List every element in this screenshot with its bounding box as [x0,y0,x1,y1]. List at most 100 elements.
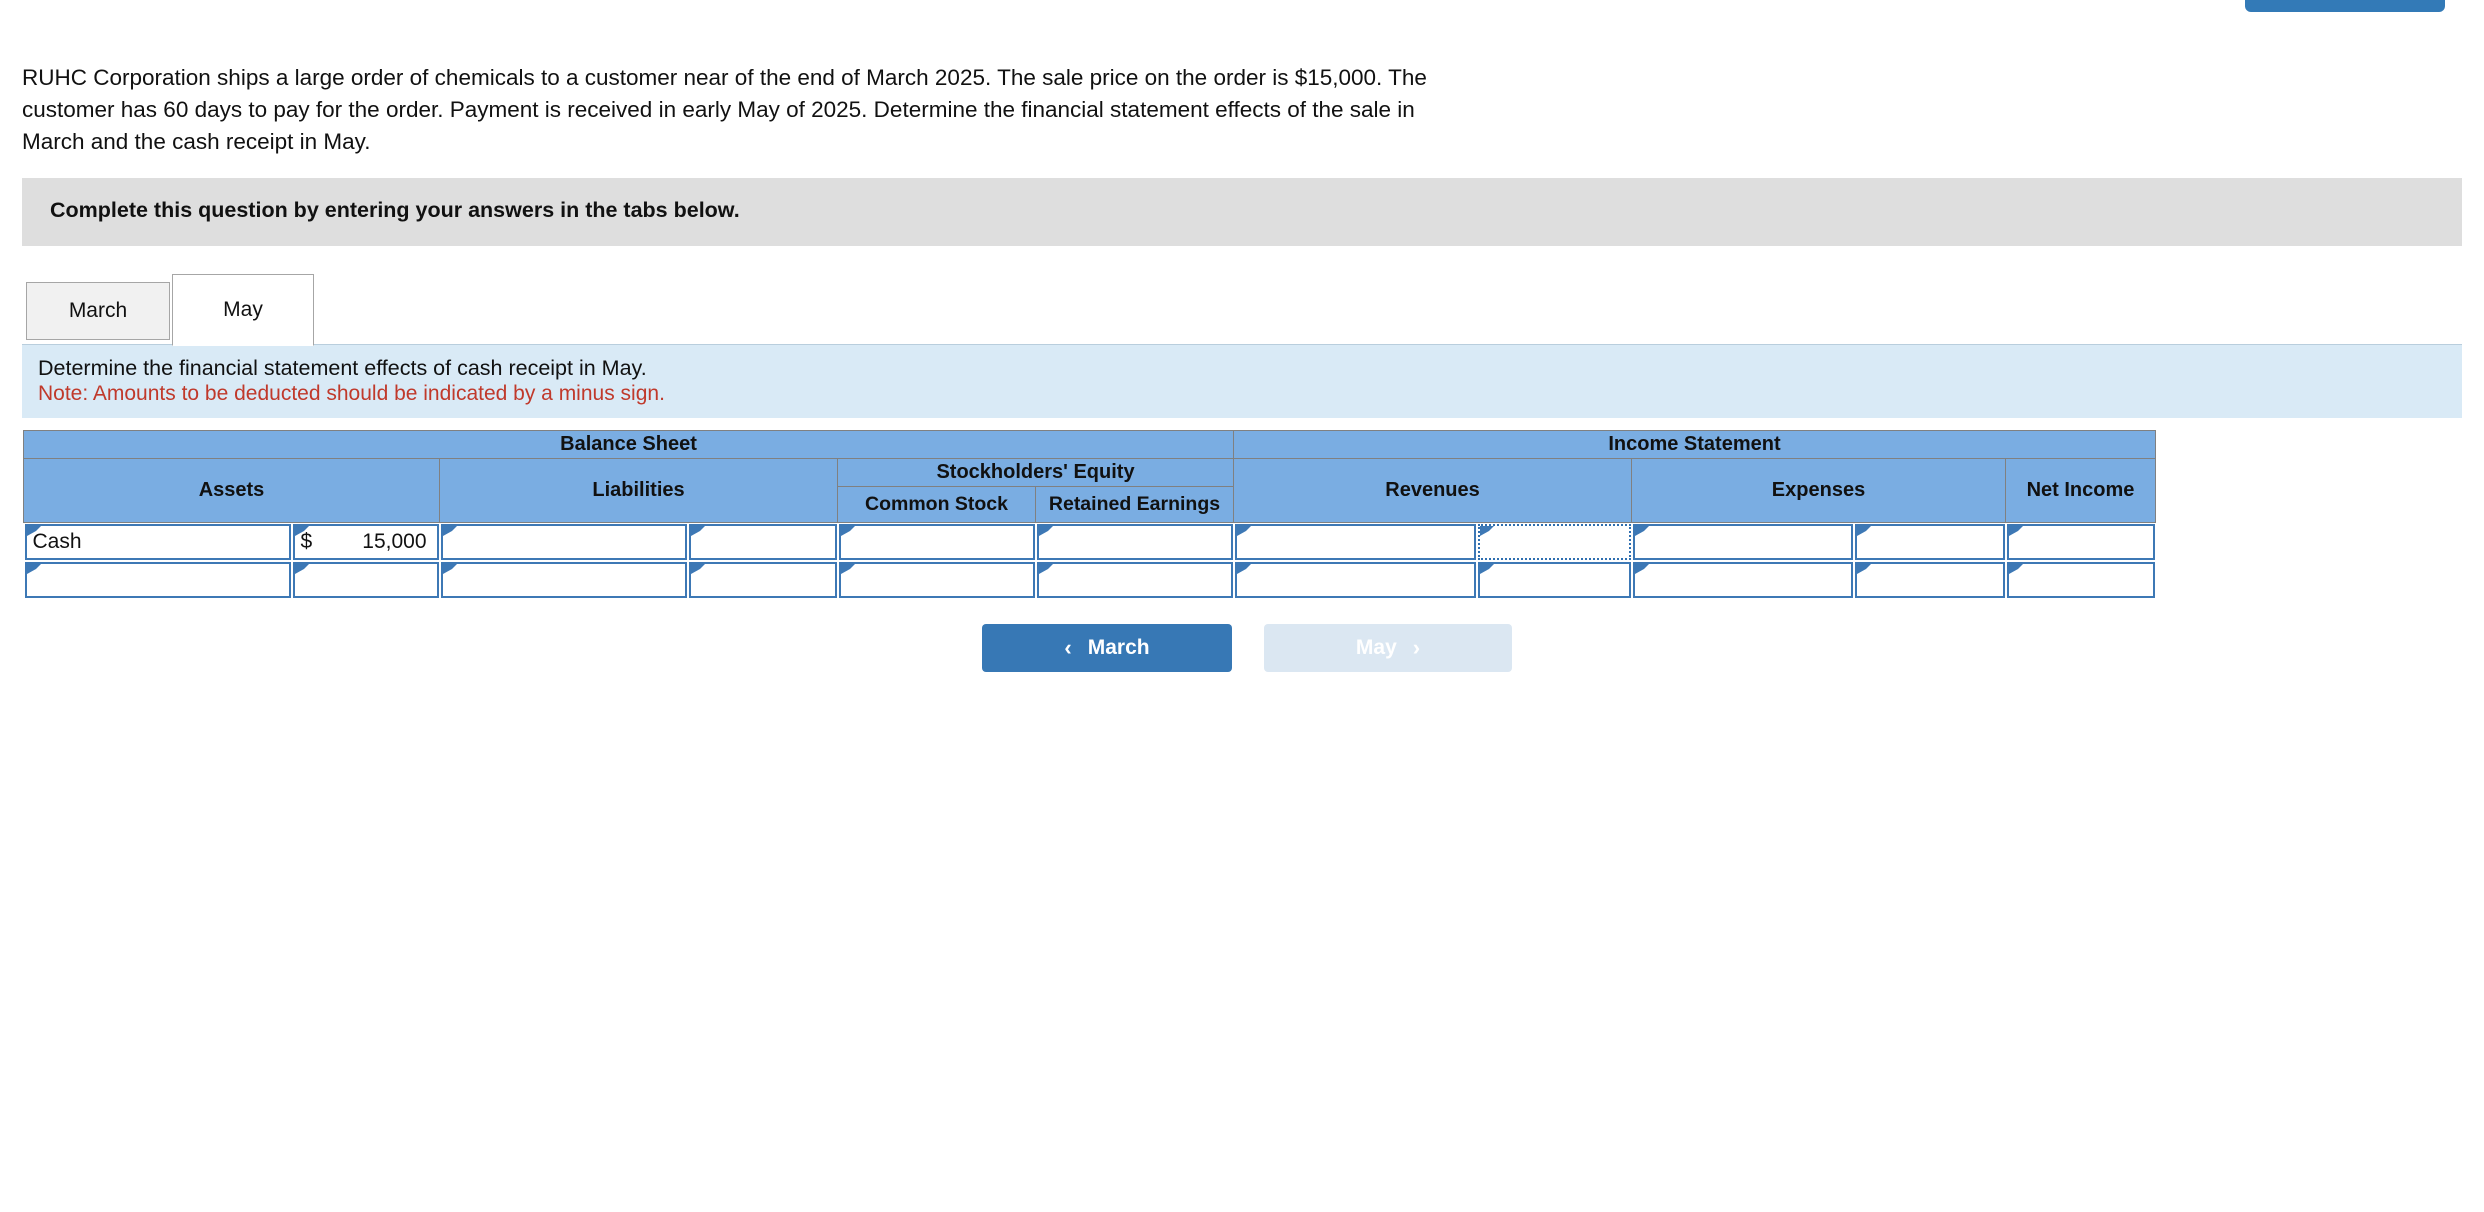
cell-value [1045,526,1225,558]
table-cell [1477,523,1632,562]
table-cell: Cash [24,523,292,562]
currency-symbol: $ [300,530,313,553]
cell-value [1243,564,1468,596]
cell-value [847,564,1027,596]
table-cell: $15,000 [292,523,440,562]
column-header-expenses: Expenses [1631,458,2006,523]
input-cell[interactable] [688,524,837,560]
cell-value [1641,564,1845,596]
input-cell[interactable] [2006,562,2155,598]
column-header-common-stock: Common Stock [837,486,1036,523]
cell-value [697,526,829,558]
table-cell [1632,561,1854,599]
table-cell [1632,523,1854,562]
table-cell [440,523,688,562]
input-cell-focused[interactable] [1477,524,1631,560]
input-cell[interactable]: $15,000 [292,524,439,560]
table-cell [1234,561,1477,599]
group-header-balance-sheet: Balance Sheet [23,430,1234,459]
table-cell [1036,561,1234,599]
instruction-banner: Determine the financial statement effect… [22,344,2462,418]
input-cell[interactable] [688,562,837,598]
input-cell[interactable] [1234,524,1476,560]
table-cell [440,561,688,599]
cell-value: $15,000 [301,526,431,558]
question-prompt: RUHC Corporation ships a large order of … [22,65,1427,154]
cell-amount: 15,000 [362,530,427,553]
table-body: Cash $15,000 [24,523,2156,600]
column-header-stockholders-equity: Stockholders' Equity [837,458,1234,487]
cell-value [1863,526,1997,558]
partial-blue-button[interactable] [2245,0,2445,12]
prev-march-button[interactable]: ‹ March [982,624,1232,672]
cell-value [301,564,431,596]
table-cell [1036,523,1234,562]
cell-value [1243,526,1468,558]
column-header-assets: Assets [23,458,440,523]
instruction-note: Note: Amounts to be deducted should be i… [38,382,665,405]
instruction-primary: Determine the financial statement effect… [38,356,647,380]
input-cell[interactable] [1477,562,1631,598]
input-cell[interactable] [2006,524,2155,560]
complete-question-banner: Complete this question by entering your … [22,178,2462,246]
cell-value [847,526,1027,558]
cell-value [2015,564,2147,596]
input-cell[interactable] [838,524,1035,560]
table-cell [2006,561,2156,599]
table-cell [24,561,292,599]
input-cell[interactable] [440,562,687,598]
input-cell[interactable] [1632,562,1853,598]
input-cell[interactable]: Cash [24,524,291,560]
table-cell [292,561,440,599]
cell-value [2015,526,2147,558]
tab-may-label: May [223,298,263,321]
tab-march-label: March [68,299,128,322]
input-cell[interactable] [1854,524,2005,560]
table-cell [1234,523,1477,562]
input-cell[interactable] [1854,562,2005,598]
cell-value: Cash [32,530,82,553]
column-header-revenues: Revenues [1233,458,1632,523]
tab-may[interactable]: May [172,274,314,346]
table-cell [838,561,1036,599]
input-cell[interactable] [1036,562,1233,598]
input-cell[interactable] [292,562,439,598]
input-cell[interactable] [24,562,291,598]
cell-value [449,526,679,558]
table-cell [688,561,838,599]
table-row: Cash $15,000 [24,523,2156,562]
column-header-liabilities: Liabilities [439,458,838,523]
table-group-header-row: Balance Sheet Income Statement [23,430,2156,459]
next-may-button[interactable]: May › [1264,624,1512,672]
table-cell [2006,523,2156,562]
tab-march[interactable]: March [26,282,170,340]
next-may-label: May [1355,636,1397,659]
input-cell[interactable] [440,524,687,560]
group-header-income-statement: Income Statement [1233,430,2156,459]
input-cell[interactable] [1036,524,1233,560]
cell-value [1641,526,1845,558]
financial-statement-effects-table: Balance Sheet Income Statement Assets Li… [23,430,2156,599]
chevron-right-icon: › [1412,635,1421,660]
cell-value [1045,564,1225,596]
chevron-left-icon: ‹ [1064,635,1072,660]
table-row [24,561,2156,599]
complete-question-banner-text: Complete this question by entering your … [50,198,740,222]
input-cell[interactable] [838,562,1035,598]
cell-value [1863,564,1997,596]
column-header-retained-earnings: Retained Earnings [1035,486,1234,523]
input-cell[interactable] [1234,562,1476,598]
cell-value [1486,564,1623,596]
table-cell [1854,523,2006,562]
prev-march-label: March [1087,636,1150,659]
cell-value [449,564,679,596]
table-cell [1854,561,2006,599]
cell-value [697,564,829,596]
table-cell [688,523,838,562]
cell-value [33,564,283,596]
table-cell [1477,561,1632,599]
table-cell [838,523,1036,562]
table-section-header-row: Assets Liabilities Stockholders' Equity … [23,458,2156,523]
input-cell[interactable] [1632,524,1853,560]
column-header-net-income: Net Income [2005,458,2156,523]
